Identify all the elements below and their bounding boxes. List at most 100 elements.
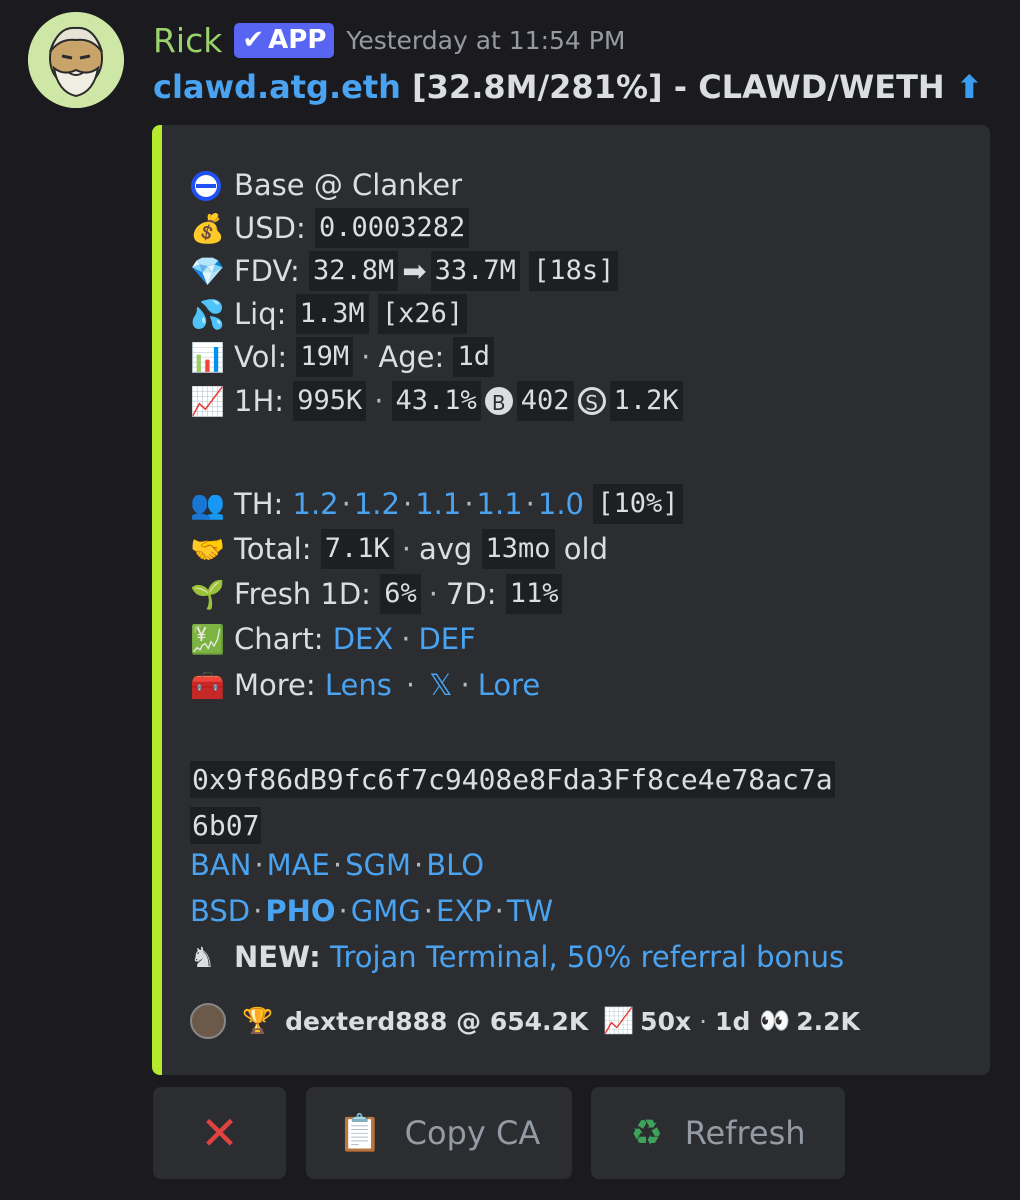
contract-address[interactable]: 0x9f86dB9fc6f7c9408e8Fda3Ff8ce4e78ac7a 6…: [190, 757, 835, 849]
clipboard-icon: 📋: [337, 1113, 383, 1154]
bot-link-sgm[interactable]: SGM: [345, 848, 411, 882]
chart-up-icon: 📈: [603, 1006, 635, 1035]
message-title: clawd.atg.eth [32.8M/281%] - CLAWD/WETH …: [153, 68, 983, 106]
knight-icon: ♞: [190, 940, 216, 974]
ens-link[interactable]: clawd.atg.eth: [153, 68, 401, 106]
vol-line: 📊 Vol: 19M · Age: 1d: [190, 335, 494, 379]
vol-value: 19M: [296, 337, 354, 377]
h1-label: 1H:: [234, 384, 285, 418]
username[interactable]: Rick: [153, 21, 222, 60]
th-pct: [10%]: [593, 484, 683, 524]
seedling-icon: 🌱: [190, 577, 225, 611]
chain-text: Base @ Clanker: [234, 168, 463, 202]
bot-link-pho[interactable]: PHO: [265, 894, 335, 928]
fresh-7d-label: 7D:: [445, 577, 497, 611]
h1-line: 📈 1H: 995K · 43.1% B 402 S 1.2K: [190, 379, 683, 423]
fresh-7d: 11%: [505, 574, 563, 614]
more-label: More:: [234, 668, 316, 702]
chart-up-icon: 📈: [190, 384, 225, 418]
fdv-line: 💎 FDV: 32.8M ➡ 33.7M [18s]: [190, 249, 619, 293]
toolbox-icon: 🧰: [190, 668, 225, 702]
dex-link[interactable]: DEX: [333, 622, 394, 656]
fdv-to: 33.7M: [430, 251, 520, 291]
check-icon: ✔: [242, 24, 265, 55]
app-badge-label: APP: [268, 24, 327, 55]
th-value[interactable]: 1.2: [354, 487, 400, 521]
trophy-icon: 🏆: [242, 1006, 274, 1035]
bot-avatar[interactable]: [28, 12, 124, 108]
diamond-icon: 💎: [190, 254, 225, 288]
buys-icon: B: [484, 387, 513, 415]
copy-ca-label: Copy CA: [404, 1114, 541, 1152]
new-label: NEW:: [234, 940, 321, 974]
bot-link-tw[interactable]: TW: [507, 894, 553, 928]
trojan-link[interactable]: Trojan Terminal, 50% referral bonus: [330, 940, 844, 974]
bot-link-bsd[interactable]: BSD: [190, 894, 250, 928]
h1-pct: 43.1%: [391, 381, 481, 421]
age-value: 1d: [453, 337, 494, 377]
copy-ca-button[interactable]: 📋 Copy CA: [306, 1087, 572, 1179]
liq-line: 💦 Liq: 1.3M [x26]: [190, 292, 468, 336]
eyes-icon: 👀: [759, 1006, 791, 1035]
bot-link-blo[interactable]: BLO: [426, 848, 484, 882]
liq-mult: [x26]: [377, 294, 468, 334]
recycle-icon: ♻: [630, 1112, 663, 1154]
liq-label: Liq:: [234, 297, 287, 331]
th-value[interactable]: 1.1: [415, 487, 461, 521]
money-bag-icon: 💰: [190, 211, 225, 245]
lore-link[interactable]: Lore: [478, 668, 541, 702]
more-line: 🧰 More: Lens · 𝕏 · Lore: [190, 668, 541, 702]
fdv-label: FDV:: [234, 254, 300, 288]
refresh-button[interactable]: ♻ Refresh: [591, 1087, 845, 1179]
right-arrow-icon: ➡: [402, 254, 427, 288]
bot-link-mae[interactable]: MAE: [267, 848, 330, 882]
new-line: ♞ NEW: Trojan Terminal, 50% referral bon…: [190, 935, 844, 979]
droplets-icon: 💦: [190, 297, 225, 331]
bots-line-2: BSD · PHO · GMG · EXP · TW: [190, 894, 554, 928]
x-link[interactable]: 𝕏: [429, 668, 452, 702]
h1-volume: 995K: [293, 381, 367, 421]
th-label: TH:: [234, 487, 284, 521]
bot-link-exp[interactable]: EXP: [436, 894, 492, 928]
message-header: Rick ✔ APP Yesterday at 11:54 PM: [153, 16, 625, 64]
old-label: old: [563, 532, 608, 566]
embed-accent-bar: [152, 125, 162, 1075]
caller-name: dexterd888: [285, 1006, 448, 1036]
app-badge: ✔ APP: [234, 22, 335, 58]
fdv-age: [18s]: [529, 251, 619, 291]
bot-link-gmg[interactable]: GMG: [351, 894, 421, 928]
caller-mult: 50x: [640, 1006, 692, 1036]
base-chain-icon: [190, 168, 234, 202]
up-arrow-icon: ⬆: [955, 68, 983, 106]
th-value[interactable]: 1.2: [293, 487, 339, 521]
liq-value: 1.3M: [295, 294, 369, 334]
bot-link-ban[interactable]: BAN: [190, 848, 251, 882]
def-link[interactable]: DEF: [418, 622, 475, 656]
total-label: Total:: [234, 532, 312, 566]
th-value[interactable]: 1.0: [538, 487, 584, 521]
avg-value: 13mo: [481, 529, 555, 569]
chain-line: Base @ Clanker: [190, 163, 462, 207]
age-label: Age:: [378, 340, 445, 374]
token-embed: Base @ Clanker 💰 USD: 0.0003282 💎 FDV: 3…: [152, 125, 990, 1075]
avg-label: avg: [418, 532, 473, 566]
address-line-2[interactable]: 6b07: [190, 807, 262, 844]
address-line-1[interactable]: 0x9f86dB9fc6f7c9408e8Fda3Ff8ce4e78ac7a: [190, 761, 835, 798]
chart-line: 💹 Chart: DEX · DEF: [190, 622, 476, 656]
chart-label: Chart:: [234, 622, 324, 656]
caller-avatar: [190, 1003, 226, 1039]
refresh-label: Refresh: [684, 1114, 806, 1152]
yen-chart-icon: 💹: [190, 622, 225, 656]
h1-buys: 402: [516, 381, 574, 421]
lens-link[interactable]: Lens: [325, 668, 392, 702]
fresh-line: 🌱 Fresh 1D: 6% · 7D: 11%: [190, 572, 563, 616]
fresh-label: Fresh 1D:: [234, 577, 371, 611]
close-button[interactable]: ✕: [153, 1087, 286, 1179]
usd-line: 💰 USD: 0.0003282: [190, 206, 470, 250]
vol-label: Vol:: [234, 340, 288, 374]
total-value: 7.1K: [320, 529, 394, 569]
th-value[interactable]: 1.1: [477, 487, 523, 521]
usd-value: 0.0003282: [314, 208, 470, 248]
timestamp[interactable]: Yesterday at 11:54 PM: [346, 26, 625, 55]
bots-line-1: BAN · MAE · SGM · BLO: [190, 848, 485, 882]
